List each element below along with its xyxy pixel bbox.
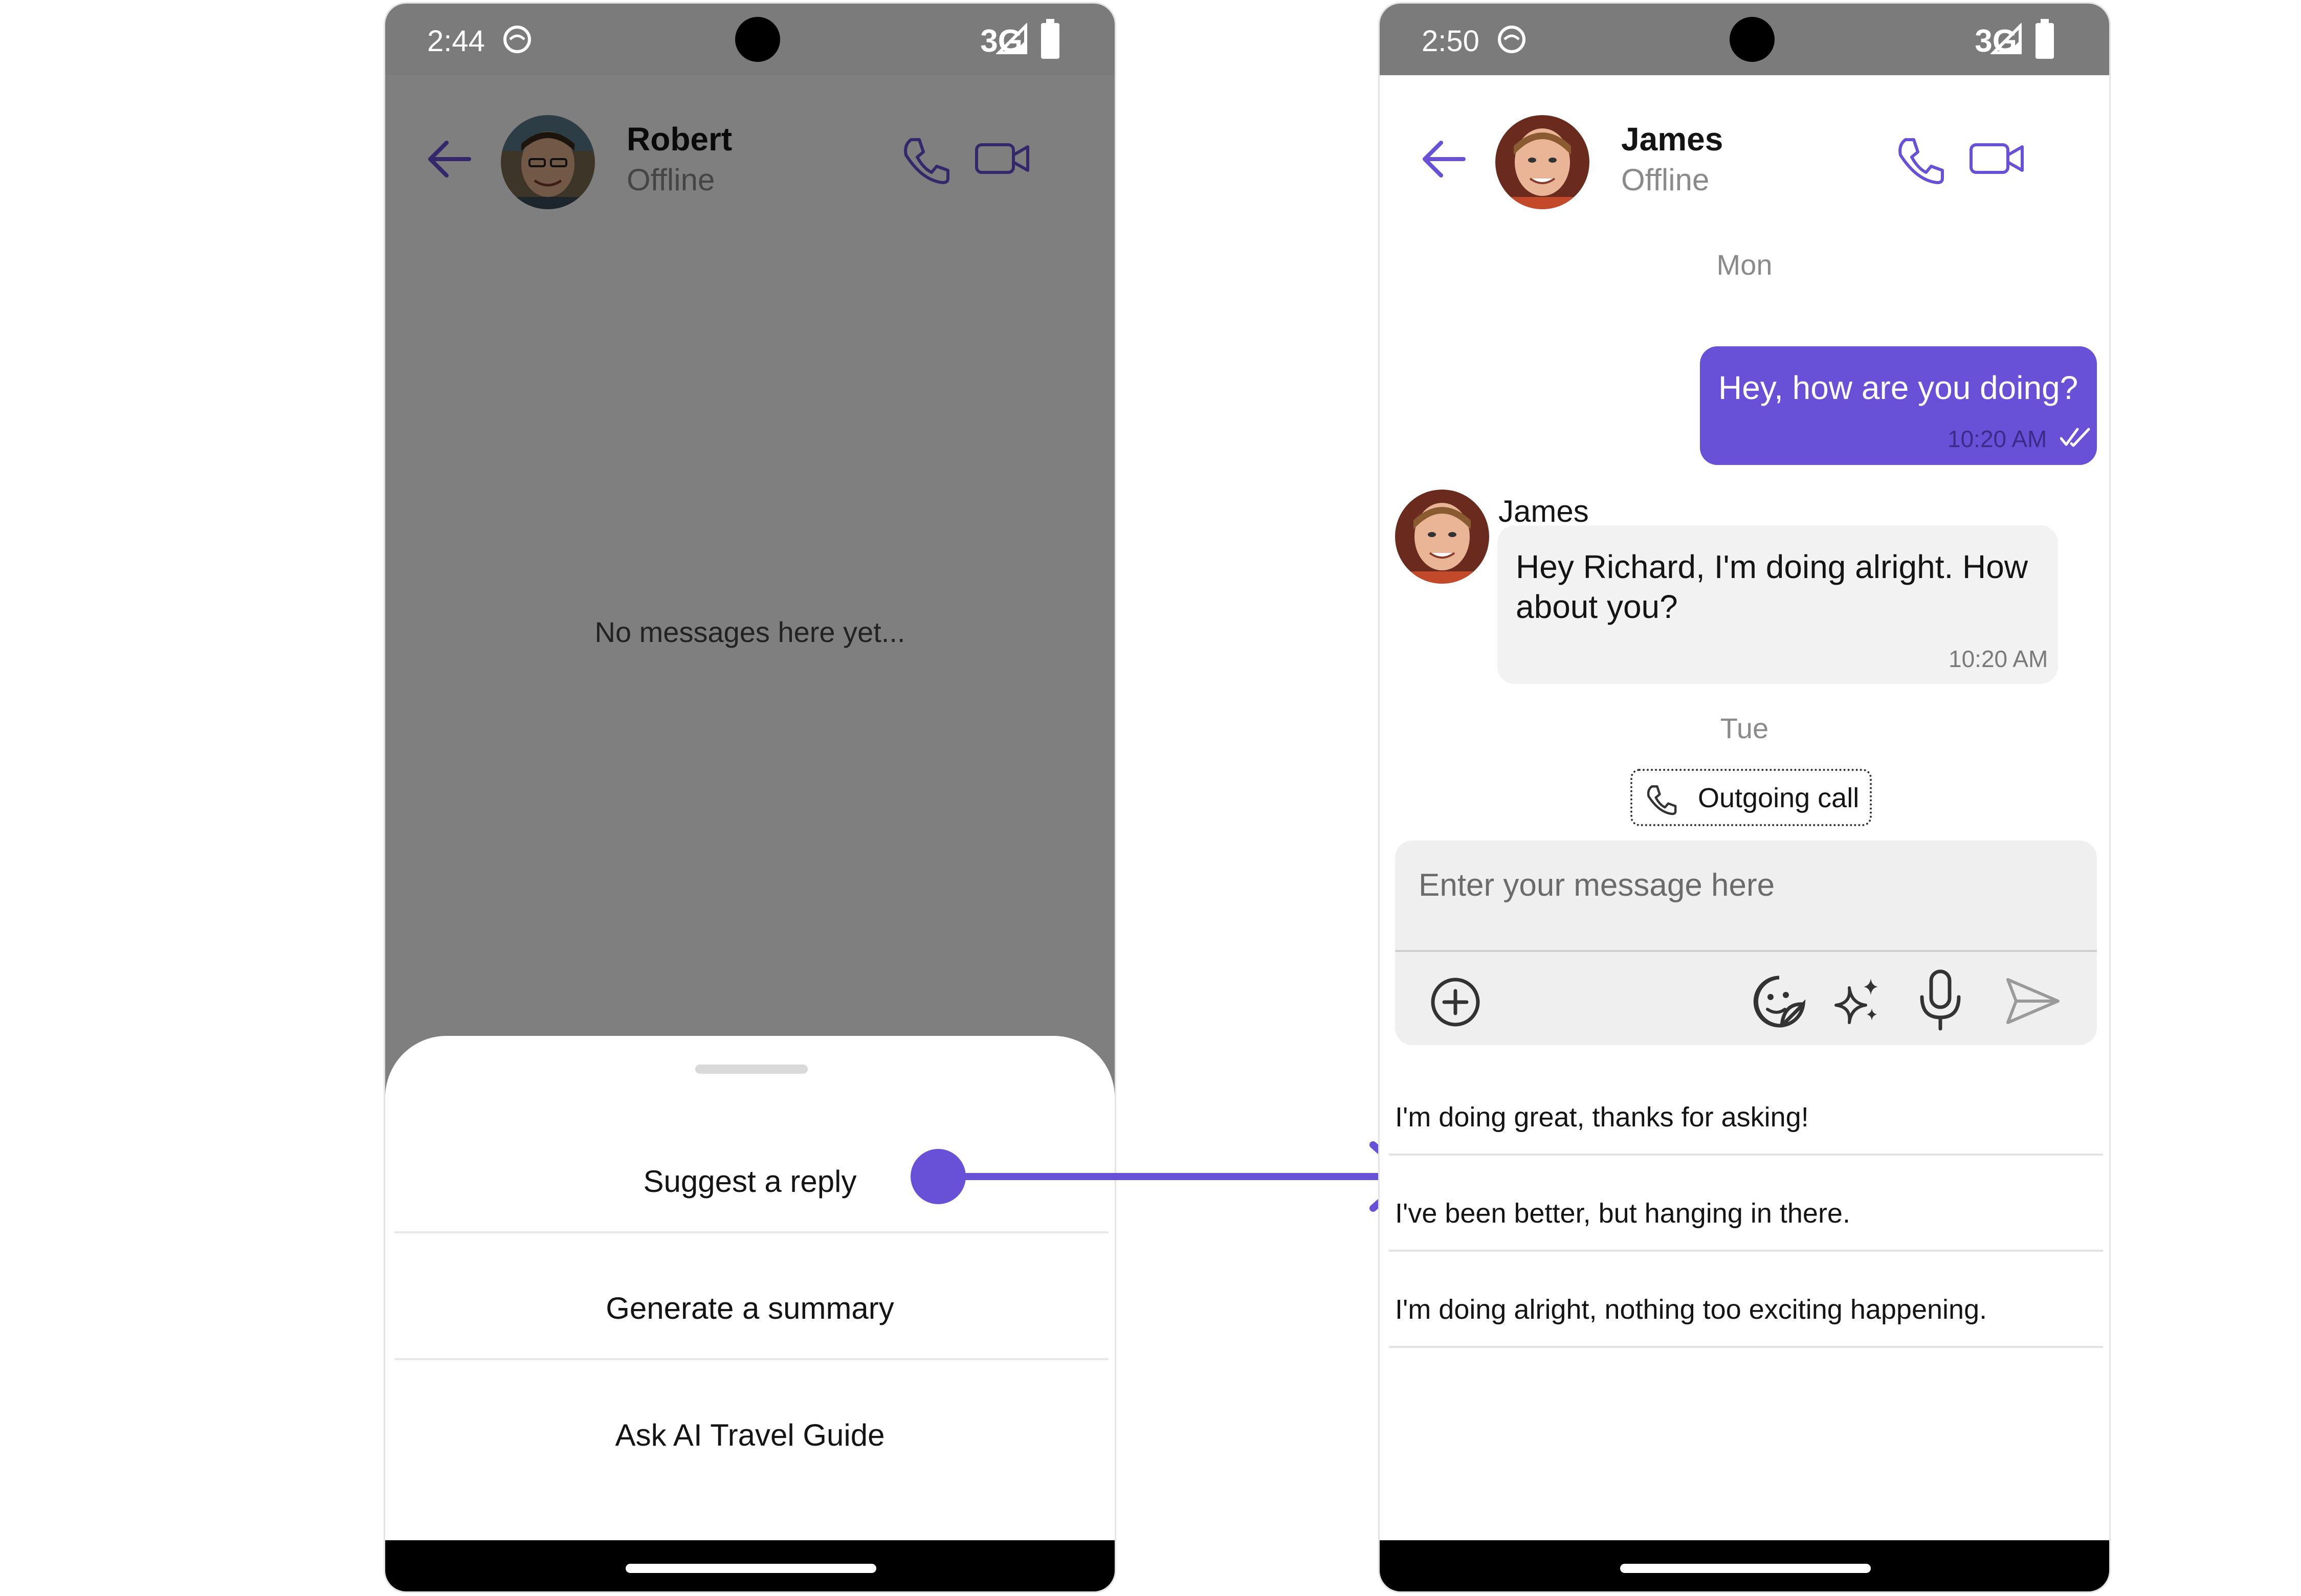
sticker-icon[interactable] xyxy=(1750,972,1808,1031)
camera-cutout xyxy=(1730,17,1775,62)
suggested-reply[interactable]: I'm doing great, thanks for asking! xyxy=(1395,1101,1809,1133)
avatar xyxy=(1495,115,1589,209)
call-action-bubble[interactable]: Outgoing call xyxy=(1630,769,1872,826)
attach-plus-icon[interactable] xyxy=(1429,976,1482,1029)
outgoing-call-icon xyxy=(1647,785,1677,815)
status-bar: 2:44 3G xyxy=(385,4,1115,75)
option-generate-summary[interactable]: Generate a summary xyxy=(385,1291,1115,1326)
send-icon[interactable] xyxy=(2005,976,2061,1027)
divider xyxy=(1389,1154,2103,1156)
back-arrow-icon[interactable] xyxy=(1421,138,1468,181)
video-call-icon[interactable] xyxy=(1969,141,2025,176)
date-separator: Tue xyxy=(1720,712,1769,744)
status-app-icon xyxy=(503,26,531,53)
ai-options-sheet: Suggest a reply Generate a summary Ask A… xyxy=(385,1036,1115,1548)
contact-name: James xyxy=(1621,121,1723,158)
divider xyxy=(1389,1346,2103,1348)
connector-arrow xyxy=(911,1141,1412,1212)
call-label: Outgoing call xyxy=(1698,783,1860,813)
divider xyxy=(394,1358,1109,1360)
home-indicator[interactable] xyxy=(1620,1564,1871,1573)
status-bar: 2:50 3G xyxy=(1380,4,2109,75)
ai-sparkle-icon[interactable] xyxy=(1829,974,1884,1030)
message-input[interactable]: Enter your message here xyxy=(1419,867,1775,903)
status-app-icon xyxy=(1498,26,1525,53)
message-time: 10:20 AM xyxy=(1949,646,2048,672)
status-time: 2:50 xyxy=(1422,25,1479,58)
divider xyxy=(1389,1250,2103,1252)
right-phone-screen: 2:50 3G James Offline Mon Hey, how are y… xyxy=(1378,2,2111,1593)
avatar xyxy=(1395,490,1489,584)
signal-icon xyxy=(996,23,1027,54)
outgoing-message-bubble[interactable]: Hey, how are you doing? 10:20 AM xyxy=(1700,346,2097,465)
message-text-line2: about you? xyxy=(1516,588,1678,625)
contact-status: Offline xyxy=(1621,163,1710,197)
battery-icon xyxy=(2036,19,2054,59)
left-phone-screen: 2:44 3G Robert Offline N xyxy=(384,2,1116,1593)
sender-name: James xyxy=(1498,494,1589,528)
camera-cutout xyxy=(735,17,780,62)
message-text: Hey, how are you doing? xyxy=(1718,369,2078,406)
message-composer: Enter your message here xyxy=(1395,840,2097,1045)
suggested-reply[interactable]: I've been better, but hanging in there. xyxy=(1395,1198,1850,1229)
voice-call-icon[interactable] xyxy=(1894,135,1945,186)
signal-icon xyxy=(1990,23,2022,54)
option-ask-ai-travel-guide[interactable]: Ask AI Travel Guide xyxy=(385,1417,1115,1453)
read-receipt-icon xyxy=(2060,428,2090,447)
message-time: 10:20 AM xyxy=(1948,426,2047,452)
status-time: 2:44 xyxy=(427,25,485,58)
home-indicator[interactable] xyxy=(626,1564,876,1573)
divider xyxy=(394,1231,1109,1233)
battery-icon xyxy=(1041,19,1059,59)
sheet-drag-handle[interactable] xyxy=(695,1065,808,1074)
incoming-message-bubble[interactable]: Hey Richard, I'm doing alright. How abou… xyxy=(1497,525,2058,684)
message-text-line1: Hey Richard, I'm doing alright. How xyxy=(1516,548,2028,585)
composer-divider xyxy=(1395,950,2097,952)
microphone-icon[interactable] xyxy=(1917,968,1964,1032)
suggested-reply[interactable]: I'm doing alright, nothing too exciting … xyxy=(1395,1294,1987,1325)
system-nav-bar xyxy=(1380,1540,2109,1591)
system-nav-bar xyxy=(385,1540,1115,1591)
date-separator: Mon xyxy=(1716,249,1773,281)
